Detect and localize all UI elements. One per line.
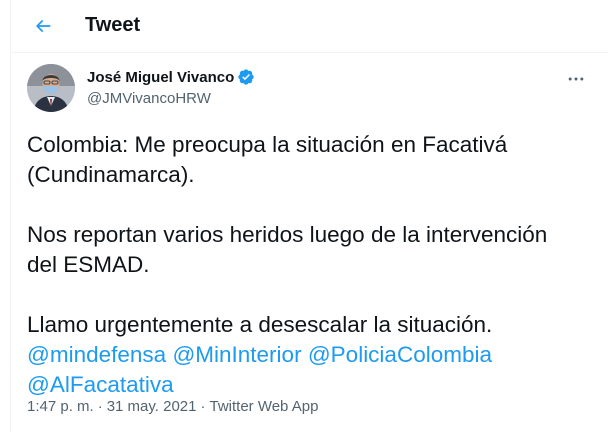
more-options-button[interactable] — [561, 66, 591, 92]
verified-badge-icon — [238, 69, 254, 85]
tweet-page: Tweet José Miguel Vivanco @JMVivancoHRW … — [10, 0, 608, 432]
tweet-paragraph: Nos reportan varios heridos luego de la … — [27, 222, 548, 277]
separator-dot: · — [97, 398, 103, 415]
page-title: Tweet — [85, 14, 141, 36]
more-horizontal-icon — [568, 77, 584, 81]
author-display-name[interactable]: José Miguel Vivanco — [87, 69, 234, 86]
mention-link[interactable]: @mindefensa — [27, 342, 166, 367]
back-button[interactable] — [27, 10, 59, 42]
profile-photo — [27, 64, 75, 112]
tweet-metadata: 1:47 p. m. · 31 may. 2021 · Twitter Web … — [27, 398, 318, 415]
tweet-date[interactable]: 31 may. 2021 — [107, 398, 197, 415]
tweet-source[interactable]: Twitter Web App — [209, 398, 318, 415]
name-row: José Miguel Vivanco — [87, 68, 255, 86]
mention-link[interactable]: @MinInterior — [172, 342, 301, 367]
author-handle[interactable]: @JMVivancoHRW — [87, 90, 211, 107]
page-header: Tweet — [11, 0, 608, 53]
tweet-paragraph-with-mentions: Llamo urgentemente a desescalar la situa… — [27, 310, 593, 400]
tweet-author: José Miguel Vivanco @JMVivancoHRW — [27, 64, 593, 116]
tweet-paragraph: Colombia: Me preocupa la situación en Fa… — [27, 132, 508, 187]
mention-link[interactable]: @PoliciaColombia — [308, 342, 492, 367]
arrow-left-icon — [36, 20, 51, 32]
tweet-time[interactable]: 1:47 p. m. — [27, 398, 94, 415]
avatar[interactable] — [27, 64, 75, 112]
tweet-paragraph-text: Llamo urgentemente a desescalar la situa… — [27, 312, 493, 337]
tweet-text: Colombia: Me preocupa la situación en Fa… — [27, 130, 593, 400]
separator-dot: · — [200, 398, 206, 415]
mention-link[interactable]: @AlFacatativa — [27, 372, 174, 397]
